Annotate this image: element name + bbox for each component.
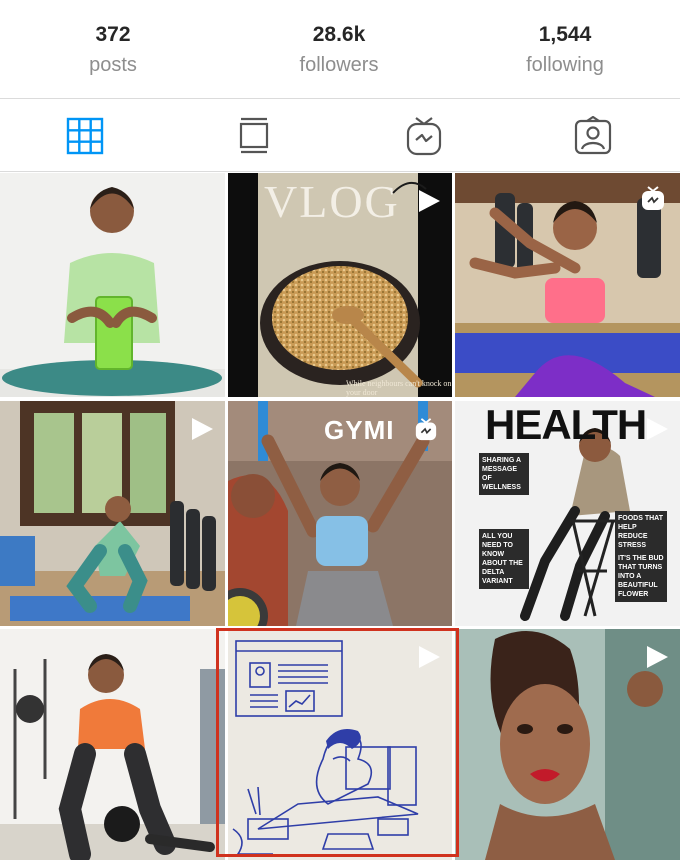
post-photo: [0, 173, 225, 397]
post-tile[interactable]: VLOG While neighbours can't knock on you…: [228, 173, 452, 397]
video-play-icon: [192, 418, 213, 440]
followers-count-label: followers: [299, 54, 379, 76]
following-count[interactable]: 1,544 following: [452, 22, 678, 80]
following-count-value: 1,544: [538, 23, 592, 46]
video-play-icon: [647, 646, 668, 668]
followers-count-value: 28.6k: [312, 23, 366, 46]
posts-count: 372 posts: [0, 22, 226, 80]
igtv-icon: [642, 186, 664, 210]
posts-count-label: posts: [89, 54, 137, 76]
posts-count-value: 372: [95, 23, 131, 46]
profile-tabs: [0, 100, 680, 172]
post-tile[interactable]: GYMI: [228, 401, 452, 626]
profile-stats: 372 posts 28.6k followers 1,544 followin…: [0, 0, 680, 99]
post-tile[interactable]: [0, 401, 225, 626]
post-tile[interactable]: [455, 173, 680, 397]
igtv-icon: [406, 117, 442, 156]
followers-count[interactable]: 28.6k followers: [226, 22, 452, 80]
igtv-icon: [415, 418, 437, 441]
grid-icon: [66, 117, 104, 155]
post-title-text: GYMI: [324, 415, 395, 445]
cover-line: SHARING A MESSAGE OF WELLNESS: [479, 453, 529, 495]
post-photo: [0, 629, 225, 860]
post-tile[interactable]: [0, 629, 225, 860]
video-play-icon: [419, 646, 440, 668]
post-caption-text: While neighbours can't knock on your doo…: [346, 379, 452, 397]
post-tile[interactable]: [0, 173, 225, 397]
posts-grid: VLOG While neighbours can't knock on you…: [0, 173, 680, 860]
cover-line: ALL YOU NEED TO KNOW ABOUT THE DELTA VAR…: [479, 529, 529, 589]
magazine-title: HEALTH: [485, 401, 647, 448]
reels-feed-icon: [239, 117, 269, 154]
tab-posts-grid[interactable]: [63, 114, 107, 158]
post-tile[interactable]: [455, 629, 680, 860]
cover-line: IT'S THE BUD THAT TURNS INTO A BEAUTIFUL…: [615, 551, 667, 602]
video-play-icon: [419, 190, 440, 212]
post-tile[interactable]: [228, 629, 452, 860]
post-tile[interactable]: HEALTH SHARING A MESSAGE OF WELLNESS ALL…: [455, 401, 680, 626]
tagged-icon: [574, 116, 612, 155]
post-title-text: VLOG: [264, 176, 400, 227]
video-play-icon: [647, 418, 668, 440]
tab-igtv[interactable]: [402, 114, 446, 158]
following-count-label: following: [526, 54, 604, 76]
cover-line: FOODS THAT HELP REDUCE STRESS: [615, 511, 667, 553]
tab-tagged[interactable]: [571, 114, 615, 158]
tab-feed[interactable]: [232, 114, 276, 158]
